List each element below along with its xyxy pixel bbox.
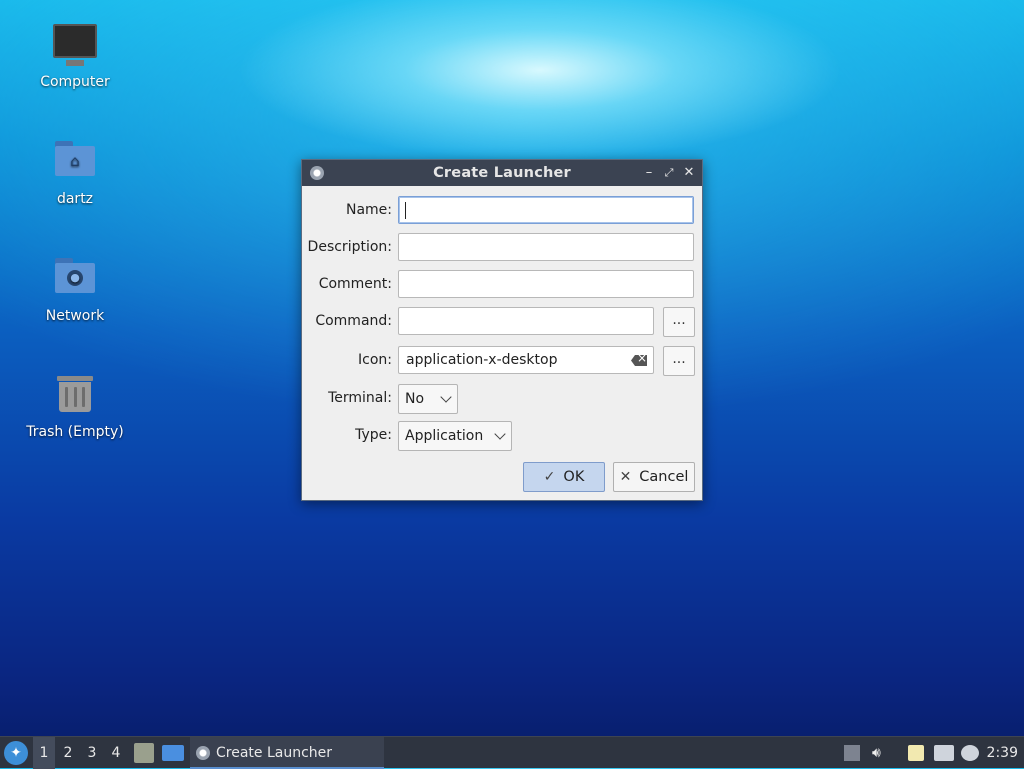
desktop-icon-network[interactable]: ● Network bbox=[20, 258, 130, 324]
clipboard-icon[interactable] bbox=[908, 745, 924, 761]
comment-row: Comment: bbox=[302, 270, 702, 300]
ok-button[interactable]: ✓ OK bbox=[523, 462, 605, 492]
desktop-icon-label: Network bbox=[45, 308, 105, 324]
volume-icon[interactable]: 🔊︎ bbox=[872, 745, 888, 761]
description-row: Description: bbox=[302, 233, 702, 263]
create-launcher-dialog: Create Launcher – ⤢ ✕ Name: Description:… bbox=[301, 159, 703, 501]
checkmark-icon: ✓ bbox=[543, 469, 556, 485]
desktop-icon-label: dartz bbox=[56, 191, 94, 207]
network-folder-icon: ● bbox=[53, 258, 97, 302]
type-row: Type: Application bbox=[302, 421, 702, 451]
icon-input[interactable]: application-x-desktop bbox=[398, 346, 654, 374]
icon-browse-button[interactable]: ... bbox=[663, 346, 695, 376]
taskbar: ✦ 1 2 3 4 Create Launcher 🔊︎ 2:39 bbox=[0, 736, 1024, 769]
icon-row: Icon: application-x-desktop ... bbox=[302, 346, 702, 376]
close-icon[interactable]: ✕ bbox=[680, 164, 698, 182]
maximize-icon[interactable]: ⤢ bbox=[660, 164, 678, 182]
command-browse-button[interactable]: ... bbox=[663, 307, 695, 337]
show-desktop-icon[interactable] bbox=[162, 745, 184, 761]
notification-icon[interactable] bbox=[961, 745, 979, 761]
terminal-label: Terminal: bbox=[328, 390, 392, 406]
command-input[interactable] bbox=[398, 307, 654, 335]
command-row: Command: ... bbox=[302, 307, 702, 337]
description-label: Description: bbox=[307, 239, 392, 255]
workspace-1[interactable]: 1 bbox=[33, 737, 55, 769]
network-icon[interactable] bbox=[934, 745, 954, 761]
workspace-2[interactable]: 2 bbox=[57, 737, 79, 769]
eject-icon[interactable] bbox=[844, 745, 860, 761]
type-label: Type: bbox=[355, 427, 392, 443]
file-manager-icon[interactable] bbox=[134, 743, 154, 763]
desktop-icon-computer[interactable]: Computer bbox=[20, 24, 130, 90]
chevron-down-icon bbox=[494, 428, 506, 440]
computer-icon bbox=[53, 24, 97, 68]
chevron-down-icon bbox=[440, 391, 452, 403]
cancel-button[interactable]: ✕ Cancel bbox=[613, 462, 695, 492]
desktop-icon-label: Computer bbox=[40, 74, 110, 90]
comment-input[interactable] bbox=[398, 270, 694, 298]
name-input[interactable] bbox=[398, 196, 694, 224]
comment-label: Comment: bbox=[318, 276, 392, 292]
home-folder-icon: ⌂ bbox=[53, 141, 97, 185]
description-input[interactable] bbox=[398, 233, 694, 261]
app-icon bbox=[310, 166, 324, 180]
desktop-icon-trash[interactable]: Trash (Empty) bbox=[20, 374, 130, 440]
desktop-icon-label: Trash (Empty) bbox=[26, 424, 124, 440]
clear-text-icon[interactable] bbox=[631, 355, 647, 366]
app-icon bbox=[196, 746, 210, 760]
desktop-icon-home-folder[interactable]: ⌂ dartz bbox=[20, 141, 130, 207]
icon-label: Icon: bbox=[358, 352, 392, 368]
terminal-row: Terminal: No bbox=[302, 384, 702, 414]
clock[interactable]: 2:39 bbox=[987, 737, 1018, 769]
workspace-3[interactable]: 3 bbox=[81, 737, 103, 769]
taskbar-task-create-launcher[interactable]: Create Launcher bbox=[190, 737, 384, 769]
text-caret bbox=[405, 202, 406, 219]
command-label: Command: bbox=[315, 313, 392, 329]
dialog-titlebar[interactable]: Create Launcher – ⤢ ✕ bbox=[302, 160, 702, 186]
name-label: Name: bbox=[345, 202, 392, 218]
workspace-4[interactable]: 4 bbox=[105, 737, 127, 769]
name-row: Name: bbox=[302, 196, 702, 226]
minimize-icon[interactable]: – bbox=[640, 164, 658, 182]
close-icon: ✕ bbox=[619, 469, 632, 485]
type-select[interactable]: Application bbox=[398, 421, 512, 451]
terminal-select[interactable]: No bbox=[398, 384, 458, 414]
task-label: Create Launcher bbox=[216, 745, 333, 761]
trash-icon bbox=[53, 374, 97, 418]
start-menu-icon[interactable]: ✦ bbox=[4, 741, 28, 765]
